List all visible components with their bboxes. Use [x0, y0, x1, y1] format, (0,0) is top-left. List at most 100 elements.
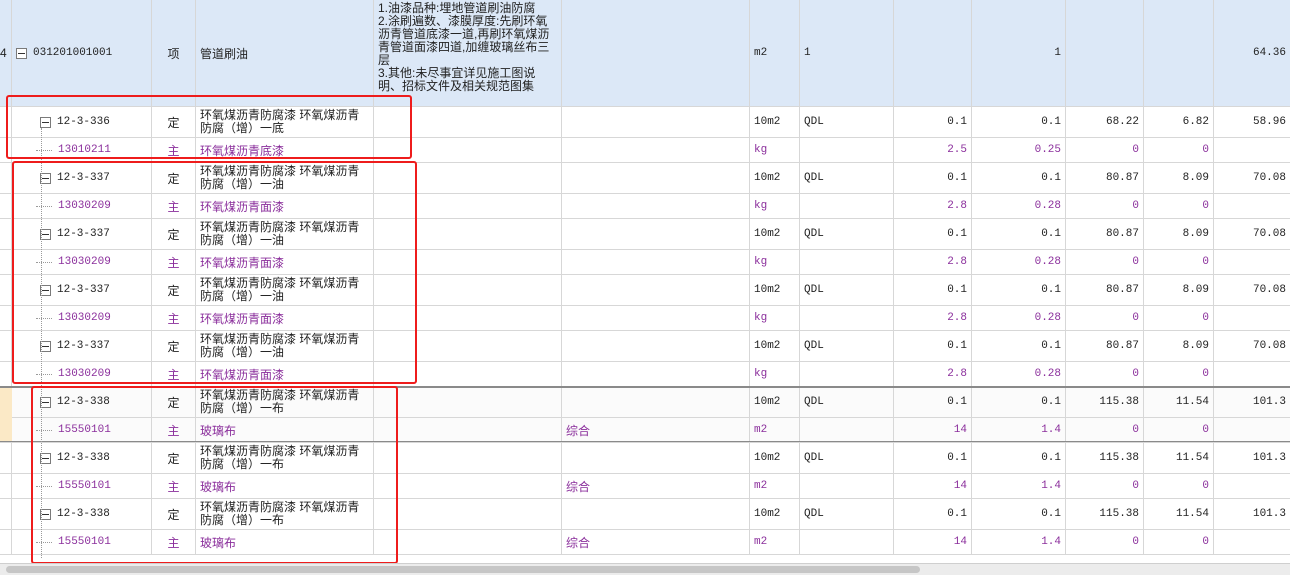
main-material-row[interactable]: 15550101 主 玻璃布 综合 m2 14 1.4 0 0: [0, 530, 1290, 555]
code-cell[interactable]: 12-3-337: [12, 275, 152, 305]
code-cell[interactable]: 13030209: [12, 306, 152, 330]
qty-cell[interactable]: 0.1: [972, 275, 1066, 305]
code-cell[interactable]: 13030209: [12, 362, 152, 386]
quota-row[interactable]: 12-3-337 定 环氧煤沥青防腐漆 环氧煤沥青防腐（增）一油 10m2 QDL 0.1…: [0, 331, 1290, 362]
quota-row[interactable]: 12-3-336 定 环氧煤沥青防腐漆 环氧煤沥青防腐（增）一底 10m2 QDL 0.1…: [0, 107, 1290, 138]
collapse-icon[interactable]: [16, 47, 27, 59]
content-cell: 14: [894, 474, 972, 498]
name-cell[interactable]: 环氧煤沥青面漆: [196, 250, 374, 274]
main-material-row[interactable]: 13030209 主 环氧煤沥青面漆 kg 2.8 0.28 0 0: [0, 306, 1290, 331]
qty-cell[interactable]: 0.1: [972, 499, 1066, 529]
expr-cell[interactable]: [800, 362, 894, 386]
qty-cell[interactable]: 0.28: [972, 250, 1066, 274]
name-cell[interactable]: 环氧煤沥青面漆: [196, 306, 374, 330]
name-cell[interactable]: 环氧煤沥青防腐漆 环氧煤沥青防腐（增）一油: [196, 219, 374, 249]
name-cell[interactable]: 环氧煤沥青防腐漆 环氧煤沥青防腐（增）一油: [196, 331, 374, 361]
code-cell[interactable]: 12-3-338: [12, 387, 152, 417]
expr-cell[interactable]: [800, 530, 894, 554]
qty-cell[interactable]: 0.28: [972, 362, 1066, 386]
expr-cell[interactable]: QDL: [800, 107, 894, 137]
expr-cell[interactable]: 1: [800, 0, 894, 106]
bill-item-row[interactable]: 4 031201001001 项 管道刷油 1.油漆品种:埋地管道刷油防腐 2.…: [0, 0, 1290, 107]
qty-cell[interactable]: 0.1: [972, 443, 1066, 473]
expr-cell[interactable]: [800, 138, 894, 162]
qty-cell[interactable]: 0.1: [972, 107, 1066, 137]
expr-cell[interactable]: [800, 418, 894, 442]
name-cell[interactable]: 环氧煤沥青防腐漆 环氧煤沥青防腐（增）一底: [196, 107, 374, 137]
horizontal-scrollbar[interactable]: [0, 563, 1290, 575]
name-cell[interactable]: 玻璃布: [196, 418, 374, 442]
qty-cell[interactable]: 0.25: [972, 138, 1066, 162]
qty-cell[interactable]: 0.28: [972, 306, 1066, 330]
qty-cell[interactable]: 0.1: [972, 387, 1066, 417]
name-cell[interactable]: 环氧煤沥青防腐漆 环氧煤沥青防腐（增）一布: [196, 387, 374, 417]
quota-row[interactable]: 12-3-338 定 环氧煤沥青防腐漆 环氧煤沥青防腐（增）一布 10m2 QDL 0.1…: [0, 443, 1290, 474]
name-cell[interactable]: 环氧煤沥青面漆: [196, 362, 374, 386]
expr-cell[interactable]: QDL: [800, 331, 894, 361]
name-cell[interactable]: 玻璃布: [196, 530, 374, 554]
code-cell[interactable]: 12-3-336: [12, 107, 152, 137]
expr-cell[interactable]: QDL: [800, 499, 894, 529]
main-material-row[interactable]: 13030209 主 环氧煤沥青面漆 kg 2.8 0.28 0 0: [0, 362, 1290, 387]
name-cell[interactable]: 管道刷油: [196, 0, 374, 106]
expr-cell[interactable]: [800, 474, 894, 498]
content-cell: 2.8: [894, 194, 972, 218]
quota-row[interactable]: 12-3-338 定 环氧煤沥青防腐漆 环氧煤沥青防腐（增）一布 10m2 QDL 0.1…: [0, 499, 1290, 530]
main-material-row[interactable]: 13030209 主 环氧煤沥青面漆 kg 2.8 0.28 0 0: [0, 250, 1290, 275]
expr-cell[interactable]: [800, 306, 894, 330]
expr-cell[interactable]: QDL: [800, 163, 894, 193]
qty-cell[interactable]: 0.28: [972, 194, 1066, 218]
code-cell[interactable]: 12-3-338: [12, 443, 152, 473]
qty-text: 0.1: [1041, 116, 1061, 128]
expr-cell[interactable]: QDL: [800, 443, 894, 473]
main-material-row[interactable]: 15550101 主 玻璃布 综合 m2 14 1.4 0 0: [0, 418, 1290, 443]
quota-row[interactable]: 12-3-337 定 环氧煤沥青防腐漆 环氧煤沥青防腐（增）一油 10m2 QDL 0.1…: [0, 275, 1290, 306]
name-cell[interactable]: 环氧煤沥青防腐漆 环氧煤沥青防腐（增）一油: [196, 275, 374, 305]
code-cell[interactable]: 13030209: [12, 194, 152, 218]
price-text: 0: [1132, 144, 1139, 156]
scrollbar-thumb[interactable]: [6, 566, 920, 573]
code-cell[interactable]: 12-3-337: [12, 219, 152, 249]
main-material-row[interactable]: 13030209 主 环氧煤沥青面漆 kg 2.8 0.28 0 0: [0, 194, 1290, 219]
code-cell[interactable]: 15550101: [12, 474, 152, 498]
code-cell[interactable]: 15550101: [12, 530, 152, 554]
name-cell[interactable]: 玻璃布: [196, 474, 374, 498]
code-cell[interactable]: 031201001001: [12, 0, 152, 106]
name-cell[interactable]: 环氧煤沥青防腐漆 环氧煤沥青防腐（增）一布: [196, 443, 374, 473]
main-material-row[interactable]: 13010211 主 环氧煤沥青底漆 kg 2.5 0.25 0 0: [0, 138, 1290, 163]
expr-cell[interactable]: [800, 194, 894, 218]
qty-cell[interactable]: 1.4: [972, 418, 1066, 442]
code-cell[interactable]: 13010211: [12, 138, 152, 162]
name-text: 环氧煤沥青面漆: [200, 367, 285, 382]
expr-cell[interactable]: [800, 250, 894, 274]
quota-row[interactable]: 12-3-337 定 环氧煤沥青防腐漆 环氧煤沥青防腐（增）一油 10m2 QDL 0.1…: [0, 219, 1290, 250]
qty-cell[interactable]: 0.1: [972, 331, 1066, 361]
main-material-row[interactable]: 15550101 主 玻璃布 综合 m2 14 1.4 0 0: [0, 474, 1290, 499]
feature-cell[interactable]: 1.油漆品种:埋地管道刷油防腐 2.涂刷遍数、漆膜厚度:先刷环氧沥青管道底漆一道…: [374, 0, 562, 106]
qty-cell[interactable]: 1.4: [972, 530, 1066, 554]
code-cell[interactable]: 15550101: [12, 418, 152, 442]
collapse-icon[interactable]: [40, 116, 51, 128]
code-cell[interactable]: 12-3-337: [12, 163, 152, 193]
expr-cell[interactable]: QDL: [800, 219, 894, 249]
expr-cell[interactable]: QDL: [800, 275, 894, 305]
code-cell[interactable]: 13030209: [12, 250, 152, 274]
total-cell: 6.82: [1144, 107, 1214, 137]
code-text: 13030209: [58, 256, 111, 268]
code-cell[interactable]: 12-3-338: [12, 499, 152, 529]
qty-cell[interactable]: 1: [972, 0, 1066, 106]
quota-row[interactable]: 12-3-338 定 环氧煤沥青防腐漆 环氧煤沥青防腐（增）一布 10m2 QDL 0.1…: [0, 387, 1290, 418]
qty-cell[interactable]: 0.1: [972, 219, 1066, 249]
code-cell[interactable]: 12-3-337: [12, 331, 152, 361]
name-cell[interactable]: 环氧煤沥青防腐漆 环氧煤沥青防腐（增）一油: [196, 163, 374, 193]
quota-row[interactable]: 12-3-337 定 环氧煤沥青防腐漆 环氧煤沥青防腐（增）一油 10m2 QDL 0.1…: [0, 163, 1290, 194]
name-text: 环氧煤沥青防腐漆 环氧煤沥青防腐（增）一油: [200, 164, 360, 191]
qty-text: 0.1: [1041, 452, 1061, 464]
tree-branch-icon: [36, 373, 52, 375]
expr-cell[interactable]: QDL: [800, 387, 894, 417]
name-cell[interactable]: 环氧煤沥青底漆: [196, 138, 374, 162]
qty-cell[interactable]: 0.1: [972, 163, 1066, 193]
qty-cell[interactable]: 1.4: [972, 474, 1066, 498]
name-cell[interactable]: 环氧煤沥青防腐漆 环氧煤沥青防腐（增）一布: [196, 499, 374, 529]
name-cell[interactable]: 环氧煤沥青面漆: [196, 194, 374, 218]
